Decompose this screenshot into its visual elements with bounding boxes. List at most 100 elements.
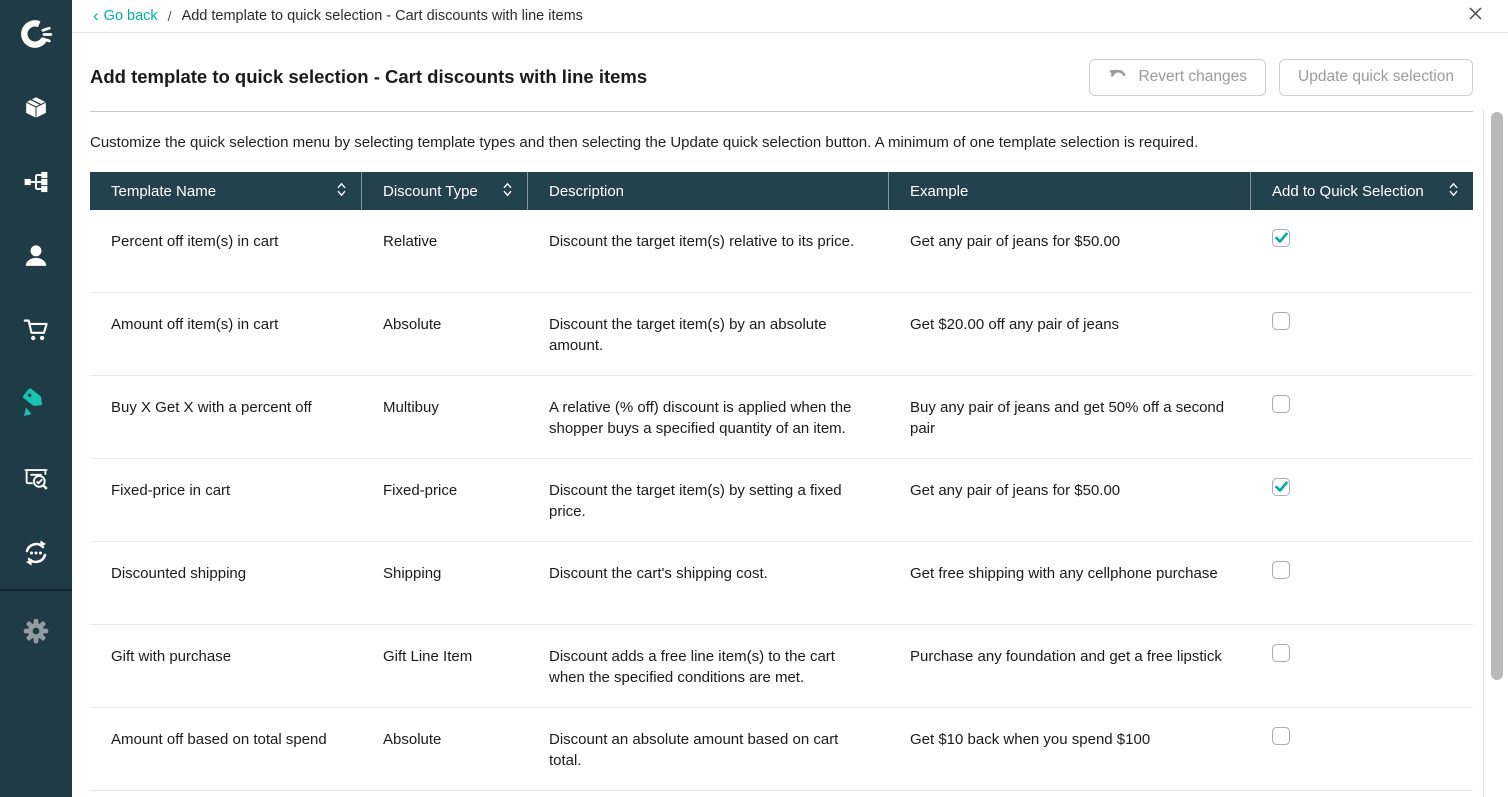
- sidebar-item-settings[interactable]: [0, 611, 72, 655]
- cell-description: Discount the cart's shipping cost.: [528, 542, 889, 624]
- cell-discount-type: Gift Line Item: [362, 625, 528, 707]
- quick-selection-checkbox[interactable]: [1272, 561, 1290, 579]
- table-row: Amount off item(s) in cart Absolute Disc…: [90, 293, 1473, 376]
- cell-description: Discount the target item(s) by setting a…: [528, 459, 889, 541]
- cell-example: Get any pair of jeans for $50.00: [889, 210, 1251, 292]
- table-row: Percent off item(s) in cart Relative Dis…: [90, 210, 1473, 293]
- cell-example: Get any pair of jeans for $50.00: [889, 459, 1251, 541]
- cell-discount-type: Absolute: [362, 293, 528, 375]
- person-icon: [21, 241, 51, 276]
- cell-description: Discount the target item(s) relative to …: [528, 210, 889, 292]
- cell-discount-type: Multibuy: [362, 376, 528, 458]
- main-content: Add template to quick selection - Cart d…: [72, 34, 1508, 797]
- scrollbar-thumb[interactable]: [1491, 112, 1503, 680]
- checkmark-icon: [1275, 232, 1288, 244]
- gear-icon: [21, 616, 51, 651]
- content-edge-divider: [1483, 110, 1484, 797]
- sidebar-item-customers[interactable]: [0, 236, 72, 280]
- sidebar-item-discounts[interactable]: [0, 384, 72, 428]
- cell-discount-type: Absolute: [362, 708, 528, 790]
- breadcrumb-separator: /: [168, 8, 172, 24]
- cell-template-name: Buy X Get X with a percent off: [90, 376, 362, 458]
- cell-example: Get free shipping with any cellphone pur…: [889, 542, 1251, 624]
- breadcrumb-title: Add template to quick selection - Cart d…: [182, 8, 583, 24]
- cell-example: Get $10 back when you spend $100: [889, 708, 1251, 790]
- sitemap-icon: [22, 168, 50, 201]
- sidebar-item-categories[interactable]: [0, 162, 72, 206]
- sidebar-item-operations[interactable]: [0, 533, 72, 577]
- column-header-description: Description: [528, 172, 889, 210]
- column-label: Template Name: [111, 183, 216, 200]
- column-header-add-to-quick-selection[interactable]: Add to Quick Selection: [1251, 172, 1473, 210]
- checkmark-icon: [1275, 564, 1288, 576]
- intro-text: Customize the quick selection menu by se…: [90, 134, 1473, 151]
- topbar: ‹ Go back / Add template to quick select…: [72, 0, 1508, 33]
- package-icon: [21, 93, 51, 128]
- quick-selection-checkbox[interactable]: [1272, 229, 1290, 247]
- search-check-icon: [21, 464, 51, 499]
- sidebar-item-orders[interactable]: [0, 310, 72, 354]
- cell-example: Get $20.00 off any pair of jeans: [889, 293, 1251, 375]
- revert-changes-button[interactable]: Revert changes: [1089, 59, 1266, 96]
- chevron-left-icon: ‹: [93, 7, 99, 24]
- cell-template-name: Discounted shipping: [90, 542, 362, 624]
- table-row: Gift with purchase Gift Line Item Discou…: [90, 625, 1473, 708]
- cell-template-name: Amount off based on total spend: [90, 708, 362, 790]
- go-back-link[interactable]: ‹ Go back: [93, 8, 158, 24]
- column-header-template-name[interactable]: Template Name: [90, 172, 362, 210]
- sidebar-item-products[interactable]: [0, 88, 72, 132]
- table-row: Amount off based on total spend Absolute…: [90, 708, 1473, 791]
- sync-arrows-icon: [20, 537, 52, 574]
- checkmark-icon: [1275, 315, 1288, 327]
- cell-example: Buy any pair of jeans and get 50% off a …: [889, 376, 1251, 458]
- revert-changes-label: Revert changes: [1138, 68, 1247, 86]
- cell-description: Discount the target item(s) by an absolu…: [528, 293, 889, 375]
- logo-icon: [19, 17, 53, 56]
- column-label: Description: [549, 183, 624, 200]
- table-header-row: Template Name Discount Type Description …: [90, 172, 1473, 210]
- update-quick-selection-label: Update quick selection: [1298, 68, 1454, 86]
- checkmark-icon: [1275, 398, 1288, 410]
- cart-icon: [21, 315, 51, 350]
- sort-icon[interactable]: [502, 181, 513, 202]
- cell-discount-type: Relative: [362, 210, 528, 292]
- column-label: Discount Type: [383, 183, 478, 200]
- app-logo[interactable]: [0, 14, 72, 58]
- cell-description: Discount adds a free line item(s) to the…: [528, 625, 889, 707]
- close-icon: [1468, 6, 1483, 26]
- cell-discount-type: Fixed-price: [362, 459, 528, 541]
- quick-selection-checkbox[interactable]: [1272, 395, 1290, 413]
- quick-selection-checkbox[interactable]: [1272, 312, 1290, 330]
- table-row: Discounted shipping Shipping Discount th…: [90, 542, 1473, 625]
- column-header-discount-type[interactable]: Discount Type: [362, 172, 528, 210]
- cell-template-name: Gift with purchase: [90, 625, 362, 707]
- quick-selection-checkbox[interactable]: [1272, 644, 1290, 662]
- cell-example: Purchase any foundation and get a free l…: [889, 625, 1251, 707]
- templates-table: Template Name Discount Type Description …: [90, 172, 1473, 791]
- column-header-example: Example: [889, 172, 1251, 210]
- sort-icon[interactable]: [336, 181, 347, 202]
- table-row: Fixed-price in cart Fixed-price Discount…: [90, 459, 1473, 542]
- update-quick-selection-button[interactable]: Update quick selection: [1279, 59, 1473, 96]
- cell-template-name: Fixed-price in cart: [90, 459, 362, 541]
- cell-template-name: Percent off item(s) in cart: [90, 210, 362, 292]
- cell-description: Discount an absolute amount based on car…: [528, 708, 889, 790]
- table-body: Percent off item(s) in cart Relative Dis…: [90, 210, 1473, 791]
- table-row: Buy X Get X with a percent off Multibuy …: [90, 376, 1473, 459]
- column-label: Add to Quick Selection: [1272, 183, 1424, 200]
- cell-discount-type: Shipping: [362, 542, 528, 624]
- sidebar-item-review[interactable]: [0, 459, 72, 503]
- quick-selection-checkbox[interactable]: [1272, 478, 1290, 496]
- sidebar: [0, 0, 72, 797]
- sort-icon[interactable]: [1448, 181, 1459, 202]
- quick-selection-checkbox[interactable]: [1272, 727, 1290, 745]
- page-title: Add template to quick selection - Cart d…: [90, 66, 647, 88]
- cell-template-name: Amount off item(s) in cart: [90, 293, 362, 375]
- close-button[interactable]: [1464, 5, 1486, 27]
- sidebar-divider: [0, 589, 72, 591]
- title-divider: [90, 111, 1473, 112]
- go-back-label: Go back: [104, 8, 158, 24]
- undo-icon: [1108, 67, 1129, 87]
- column-label: Example: [910, 183, 968, 200]
- checkmark-icon: [1275, 647, 1288, 659]
